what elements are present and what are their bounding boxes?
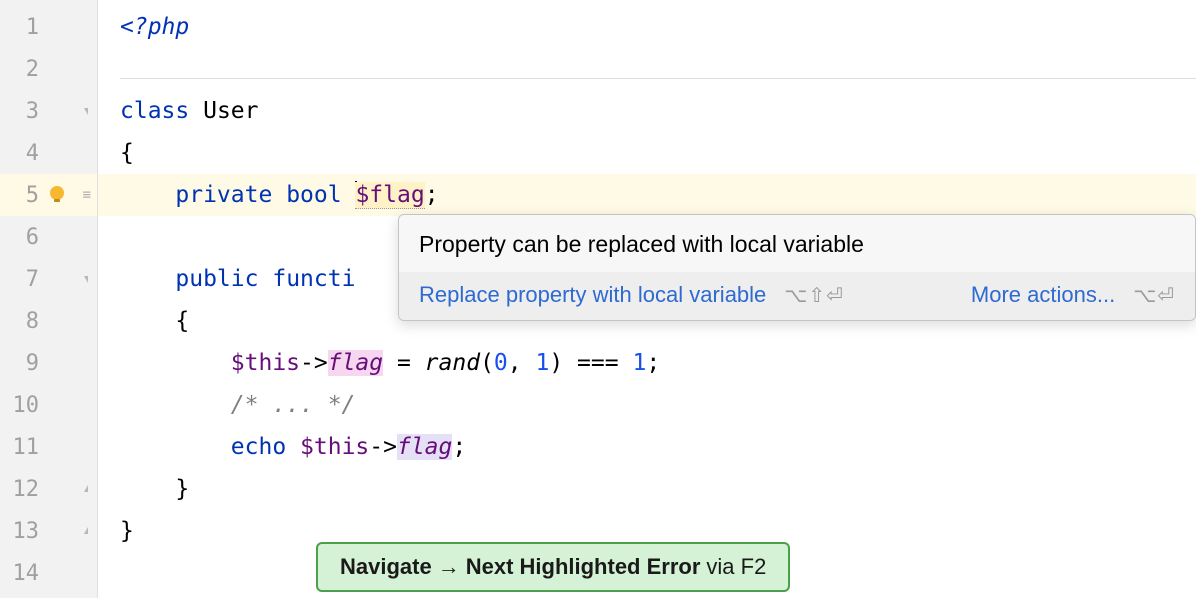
number: 0 [494, 350, 508, 376]
fold-open-icon[interactable] [81, 272, 95, 286]
paren: ( [480, 350, 494, 376]
code-line-current[interactable]: private bool $flag; [98, 174, 1196, 216]
class-name: User [203, 98, 258, 124]
line-number: 11 [0, 426, 97, 468]
line-number: 12 [0, 468, 97, 510]
line-number: 13 [0, 510, 97, 552]
variable: $this [300, 434, 369, 460]
keyword: bool [286, 182, 341, 208]
property-highlighted: flag [397, 434, 452, 460]
line-number: 8 [0, 300, 97, 342]
inspection-tooltip: Property can be replaced with local vari… [398, 214, 1196, 321]
hint-shortcut: via F2 [706, 554, 766, 580]
shortcut-label: ⌥⇧⏎ [784, 283, 844, 308]
code-line[interactable]: } [98, 468, 1196, 510]
line-number: 2 [0, 48, 97, 90]
variable: $this [231, 350, 300, 376]
line-number: 1 [0, 6, 97, 48]
brace: } [175, 476, 189, 502]
line-number: 5 ≡ [0, 174, 97, 216]
punct: ; [425, 182, 439, 208]
line-number: 7 [0, 258, 97, 300]
number: 1 [535, 350, 549, 376]
brace: { [120, 140, 134, 166]
keyword: private [175, 182, 272, 208]
tooltip-actions: Replace property with local variable ⌥⇧⏎… [399, 272, 1195, 320]
fold-open-icon[interactable] [81, 104, 95, 118]
line-number: 3 [0, 90, 97, 132]
brace: } [120, 518, 134, 544]
number: 1 [632, 350, 646, 376]
arrow: -> [300, 350, 328, 376]
php-open-tag: <?php [120, 14, 189, 40]
operator: === [563, 350, 632, 376]
comment: /* ... */ [231, 392, 356, 418]
property-highlighted: flag [328, 350, 383, 376]
intention-menu-icon[interactable]: ≡ [83, 187, 91, 203]
line-number: 4 [0, 132, 97, 174]
gutter: 1 2 3 4 5 ≡ 6 7 8 9 10 11 12 [0, 0, 98, 598]
more-actions-link[interactable]: More actions... [971, 282, 1115, 308]
punct: ; [646, 350, 660, 376]
fold-close-icon[interactable] [81, 524, 95, 538]
code-line[interactable]: <?php [98, 6, 1196, 48]
keyword: public [175, 266, 258, 292]
paren: ) [549, 350, 563, 376]
line-number: 9 [0, 342, 97, 384]
keyword: functi [272, 266, 355, 292]
keyword: echo [231, 434, 286, 460]
line-number: 6 [0, 216, 97, 258]
fold-close-icon[interactable] [81, 482, 95, 496]
arrow: -> [369, 434, 397, 460]
punct: ; [452, 434, 466, 460]
code-line[interactable]: { [98, 132, 1196, 174]
replace-property-action[interactable]: Replace property with local variable [419, 282, 766, 308]
code-line[interactable]: echo $this->flag; [98, 426, 1196, 468]
code-line[interactable]: $this->flag = rand(0, 1) === 1; [98, 342, 1196, 384]
tooltip-title: Property can be replaced with local vari… [399, 215, 1195, 272]
shortcut-label: ⌥⏎ [1133, 283, 1175, 308]
hint-nav: Navigate [340, 554, 432, 580]
line-number: 14 [0, 552, 97, 594]
code-line[interactable]: /* ... */ [98, 384, 1196, 426]
brace: { [175, 308, 189, 334]
code-line[interactable] [98, 48, 1196, 90]
comma: , [508, 350, 536, 376]
operator: = [383, 350, 425, 376]
arrow-right-icon: → [438, 554, 460, 580]
navigation-hint-banner: Navigate → Next Highlighted Error via F2 [316, 542, 790, 592]
hint-action: Next Highlighted Error [466, 554, 701, 580]
intention-bulb-icon[interactable] [46, 184, 68, 206]
line-number: 10 [0, 384, 97, 426]
function-call: rand [425, 350, 480, 376]
code-line[interactable]: class User [98, 90, 1196, 132]
variable-highlighted: $flag [355, 182, 424, 209]
keyword: class [120, 98, 189, 124]
